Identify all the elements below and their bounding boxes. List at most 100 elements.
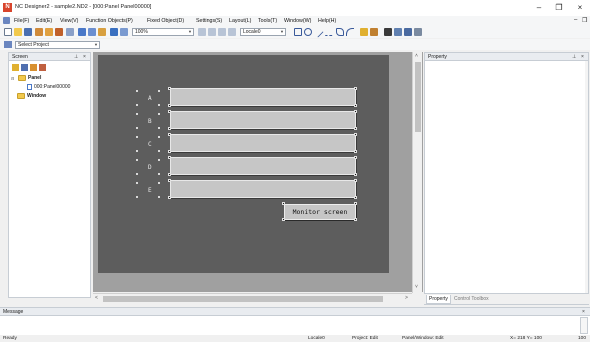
canvas-horizontal-scrollbar[interactable]: < > (93, 293, 412, 303)
close-button[interactable]: × (573, 2, 587, 14)
zoom-select[interactable]: 100% ▼ (132, 28, 194, 36)
resize-handle[interactable] (168, 179, 171, 182)
resize-handle[interactable] (168, 104, 171, 107)
scroll-thumb[interactable] (103, 296, 383, 302)
grid-icon[interactable] (394, 28, 402, 36)
align-left-icon[interactable] (198, 28, 206, 36)
resize-handle[interactable] (354, 133, 357, 136)
tab-property[interactable]: Property (426, 295, 451, 304)
align-top-icon[interactable] (228, 28, 236, 36)
resize-handle[interactable] (168, 133, 171, 136)
open-folder-icon[interactable] (14, 28, 22, 36)
arc-tool-icon[interactable] (346, 28, 354, 36)
add-panel-icon[interactable] (30, 64, 37, 71)
resize-handle[interactable] (282, 218, 285, 221)
menu-view[interactable]: View(V) (60, 18, 78, 24)
scroll-thumb[interactable] (415, 62, 421, 132)
menu-fixed-object[interactable]: Fixed Object(D) (147, 18, 184, 24)
new-project-icon[interactable] (35, 28, 43, 36)
menu-edit[interactable]: Edit(E) (36, 18, 52, 24)
binoculars-icon[interactable] (384, 28, 392, 36)
save-project-icon[interactable] (55, 28, 63, 36)
tree-item-panel[interactable]: ⊟ Panel (11, 75, 41, 81)
rectangle-tool-icon[interactable] (294, 28, 302, 36)
resize-handle[interactable] (354, 87, 357, 90)
display-field-c[interactable] (170, 134, 356, 152)
canvas-vertical-scrollbar[interactable]: ˄ ˅ (412, 52, 422, 293)
project-select[interactable]: Select Project ▼ (15, 41, 100, 49)
display-field-a[interactable] (170, 88, 356, 106)
scroll-up-icon[interactable]: ˄ (415, 53, 418, 59)
resize-handle[interactable] (354, 202, 357, 205)
pin-icon[interactable]: ⊥ (572, 53, 576, 61)
new-file-icon[interactable] (4, 28, 12, 36)
resize-handle[interactable] (168, 110, 171, 113)
polyline-tool-icon[interactable] (325, 28, 333, 36)
monitor-icon[interactable] (404, 28, 412, 36)
palette-icon[interactable] (370, 28, 378, 36)
restore-button[interactable]: ❐ (552, 2, 566, 14)
display-field-b[interactable] (170, 111, 356, 129)
menu-function-objects[interactable]: Function Objects(P) (86, 18, 133, 24)
resize-handle[interactable] (354, 179, 357, 182)
mdi-document-icon[interactable] (3, 17, 10, 24)
sort-icon[interactable] (12, 64, 19, 71)
display-field-d[interactable] (170, 157, 356, 175)
resize-handle[interactable] (354, 196, 357, 199)
resize-handle[interactable] (282, 202, 285, 205)
resize-handle[interactable] (168, 87, 171, 90)
close-icon[interactable]: × (83, 53, 86, 61)
scroll-right-icon[interactable]: > (405, 295, 408, 301)
resize-handle[interactable] (168, 173, 171, 176)
locale-select[interactable]: Locale0 ▼ (240, 28, 286, 36)
resize-handle[interactable] (354, 127, 357, 130)
monitor-screen-button[interactable]: Monitor screen (284, 204, 356, 220)
scroll-left-icon[interactable]: < (95, 295, 98, 301)
save-icon[interactable] (24, 28, 32, 36)
resize-handle[interactable] (354, 173, 357, 176)
scroll-down-icon[interactable]: ˅ (415, 284, 418, 290)
menu-settings[interactable]: Settings(S) (196, 18, 222, 24)
resize-handle[interactable] (168, 127, 171, 130)
cut-icon[interactable] (78, 28, 86, 36)
menu-window[interactable]: Window(W) (284, 18, 311, 24)
menu-tools[interactable]: Tools(T) (258, 18, 277, 24)
circle-tool-icon[interactable] (304, 28, 312, 36)
paste-icon[interactable] (98, 28, 106, 36)
resize-handle[interactable] (354, 150, 357, 153)
open-project-icon[interactable] (45, 28, 53, 36)
menu-file[interactable]: File(F) (14, 18, 29, 24)
add-window-icon[interactable] (39, 64, 46, 71)
mdi-minimize-button[interactable]: – (574, 17, 577, 23)
redo-icon[interactable] (120, 28, 128, 36)
resize-handle[interactable] (168, 150, 171, 153)
close-icon[interactable]: × (581, 53, 584, 61)
resize-handle[interactable] (168, 196, 171, 199)
resize-handle[interactable] (354, 110, 357, 113)
tree-item-panel00000[interactable]: 000:Panel00000 (27, 84, 70, 90)
sort-az-icon[interactable] (21, 64, 28, 71)
close-icon[interactable]: × (582, 308, 585, 316)
resize-handle[interactable] (354, 104, 357, 107)
resize-handle[interactable] (168, 156, 171, 159)
print-icon[interactable] (66, 28, 74, 36)
minimize-button[interactable]: – (532, 2, 546, 14)
resize-handle[interactable] (354, 156, 357, 159)
display-field-e[interactable] (170, 180, 356, 198)
resize-handle[interactable] (354, 218, 357, 221)
tree-item-window[interactable]: Window (17, 93, 46, 99)
copy-icon[interactable] (88, 28, 96, 36)
menu-help[interactable]: Help(H) (318, 18, 336, 24)
image-tool-icon[interactable] (360, 28, 368, 36)
tab-control-toolbox[interactable]: Control Toolbox (452, 295, 491, 304)
menu-layout[interactable]: Layout(L) (229, 18, 251, 24)
align-center-icon[interactable] (208, 28, 216, 36)
undo-icon[interactable] (110, 28, 118, 36)
mdi-restore-button[interactable]: ❐ (582, 17, 587, 24)
collapse-icon[interactable]: ⊟ (11, 76, 16, 81)
message-scrollbar[interactable] (580, 317, 588, 334)
window-icon[interactable] (414, 28, 422, 36)
align-right-icon[interactable] (218, 28, 226, 36)
pin-icon[interactable]: ⊥ (74, 53, 78, 61)
polygon-tool-icon[interactable] (336, 28, 344, 36)
